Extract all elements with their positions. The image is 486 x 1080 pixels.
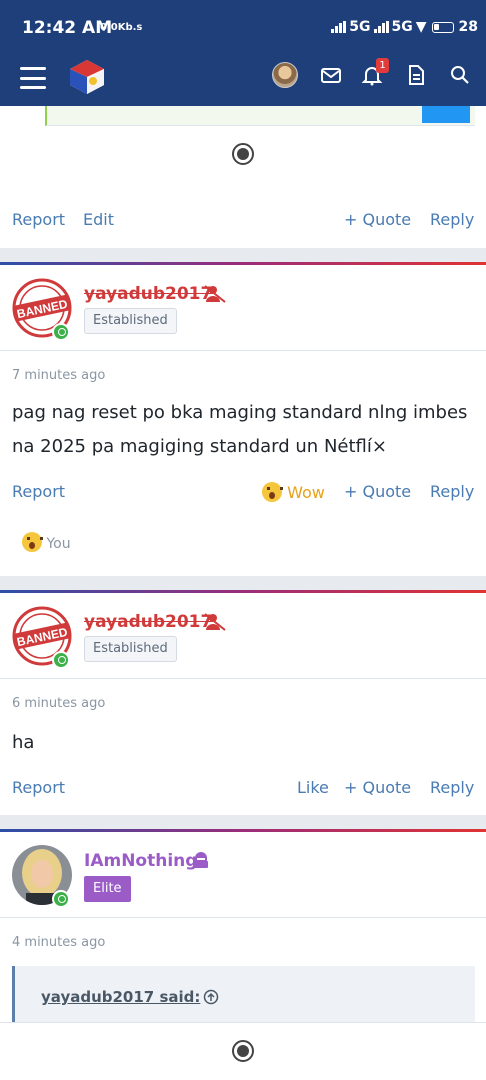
report-link[interactable]: Report bbox=[12, 482, 65, 501]
loading-spinner bbox=[232, 143, 254, 165]
clock: 12:42 AM bbox=[22, 18, 113, 38]
wow-emoji bbox=[22, 532, 43, 552]
online-indicator bbox=[52, 651, 70, 669]
bottom-loading-bar bbox=[0, 1022, 486, 1080]
wow-emoji bbox=[262, 482, 283, 502]
post-timestamp[interactable]: 4 minutes ago bbox=[12, 935, 105, 950]
post-accent-bar bbox=[0, 262, 486, 265]
reaction-button[interactable]: Wow bbox=[262, 482, 325, 502]
menu-icon[interactable] bbox=[20, 67, 46, 89]
quote-link[interactable]: + Quote bbox=[344, 482, 411, 501]
post-message: ha bbox=[12, 732, 35, 753]
like-link[interactable]: Like bbox=[297, 778, 329, 797]
report-link[interactable]: Report bbox=[12, 778, 65, 797]
status-bar: 12:42 AM 0.0Kb.s 5G 5G ▼ 28 bbox=[0, 0, 486, 58]
reply-link[interactable]: Reply bbox=[430, 210, 474, 229]
user-title-badge: Elite bbox=[84, 876, 131, 902]
quote-author-link[interactable]: yayadub2017 said: bbox=[41, 988, 200, 1006]
post-divider bbox=[0, 917, 486, 918]
status-icons: 5G 5G ▼ 28 bbox=[331, 19, 478, 35]
post-divider bbox=[0, 678, 486, 679]
edit-link[interactable]: Edit bbox=[83, 210, 114, 229]
mail-icon[interactable] bbox=[320, 64, 342, 86]
app-header: 1 bbox=[0, 58, 486, 106]
quote-arrow-icon[interactable] bbox=[203, 989, 219, 1005]
reaction-summary[interactable]: You bbox=[22, 532, 71, 552]
post-accent-bar bbox=[0, 590, 486, 593]
hooded-user-icon bbox=[194, 852, 208, 868]
site-logo[interactable] bbox=[66, 57, 108, 97]
post-timestamp[interactable]: 6 minutes ago bbox=[12, 696, 105, 711]
search-icon[interactable] bbox=[449, 64, 471, 86]
post-item: BANNED yayadub2017 Established 6 minutes… bbox=[0, 590, 486, 815]
notification-badge: 1 bbox=[376, 58, 389, 73]
username-link[interactable]: yayadub2017 bbox=[84, 612, 212, 632]
post-item: IAmNothing Elite 4 minutes ago yayadub20… bbox=[0, 829, 486, 1024]
online-indicator bbox=[52, 323, 70, 341]
battery-icon bbox=[431, 21, 454, 33]
user-title-badge: Established bbox=[84, 308, 177, 334]
signal-icon-2 bbox=[373, 21, 389, 33]
username-link[interactable]: yayadub2017 bbox=[84, 284, 212, 304]
quote-block: yayadub2017 said: bbox=[12, 966, 475, 1024]
reply-link[interactable]: Reply bbox=[430, 482, 474, 501]
post-accent-bar bbox=[0, 829, 486, 832]
user-title-badge: Established bbox=[84, 636, 177, 662]
loading-spinner bbox=[232, 1040, 254, 1062]
network-type-1: 5G bbox=[349, 19, 371, 35]
quote-link[interactable]: + Quote bbox=[344, 778, 411, 797]
banned-user-icon bbox=[204, 613, 226, 631]
network-speed: 0.0Kb.s bbox=[100, 22, 143, 33]
post-previous: Report Edit + Quote Reply bbox=[0, 106, 486, 248]
battery-level: 28 bbox=[458, 19, 478, 35]
post-item: BANNED yayadub2017 Established 7 minutes… bbox=[0, 262, 486, 576]
attachment-preview bbox=[45, 106, 475, 126]
report-link[interactable]: Report bbox=[12, 210, 65, 229]
username-link[interactable]: IAmNothing bbox=[84, 851, 197, 871]
reaction-label: Wow bbox=[287, 483, 325, 502]
document-icon[interactable] bbox=[405, 64, 427, 86]
post-divider bbox=[0, 350, 486, 351]
post-timestamp[interactable]: 7 minutes ago bbox=[12, 368, 105, 383]
network-type-2: 5G bbox=[391, 19, 413, 35]
user-avatar[interactable] bbox=[272, 62, 298, 88]
wifi-icon: ▼ bbox=[415, 19, 427, 35]
reacted-by: You bbox=[46, 536, 71, 552]
signal-icon bbox=[331, 21, 347, 33]
attachment-thumb[interactable] bbox=[422, 106, 470, 123]
banned-user-icon bbox=[204, 285, 226, 303]
online-indicator bbox=[52, 890, 70, 908]
reply-link[interactable]: Reply bbox=[430, 778, 474, 797]
post-message: pag nag reset po bka maging standard nln… bbox=[12, 402, 468, 457]
quote-link[interactable]: + Quote bbox=[344, 210, 411, 229]
